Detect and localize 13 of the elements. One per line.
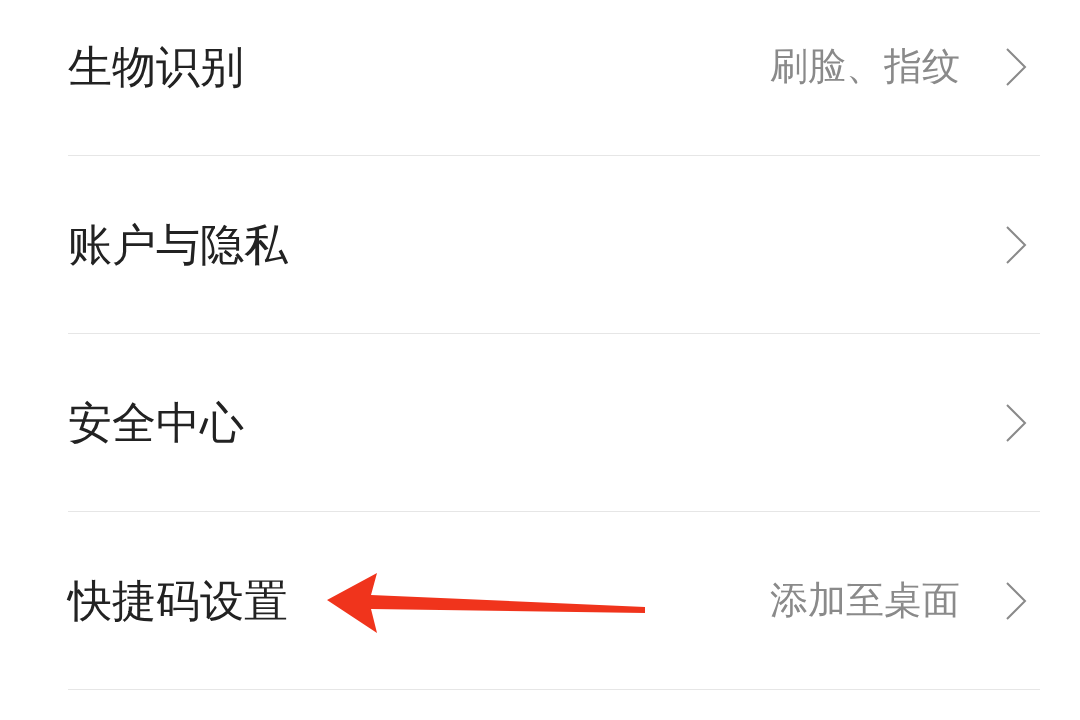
setting-value: 添加至桌面 bbox=[770, 577, 960, 624]
chevron-right-icon bbox=[1004, 224, 1028, 265]
chevron-right-icon bbox=[1004, 402, 1028, 443]
setting-label: 生物识别 bbox=[68, 39, 245, 94]
chevron-right-icon bbox=[1004, 46, 1028, 87]
setting-value: 刷脸、指纹 bbox=[770, 43, 960, 90]
chevron-right-icon bbox=[1004, 580, 1028, 621]
settings-row[interactable]: 账户与隐私 bbox=[68, 156, 1040, 334]
setting-label: 账户与隐私 bbox=[68, 217, 289, 272]
setting-label: 快捷码设置 bbox=[68, 573, 289, 628]
setting-label: 安全中心 bbox=[68, 395, 245, 450]
settings-row[interactable]: 安全中心 bbox=[68, 334, 1040, 512]
settings-row[interactable]: 生物识别 刷脸、指纹 bbox=[68, 0, 1040, 156]
